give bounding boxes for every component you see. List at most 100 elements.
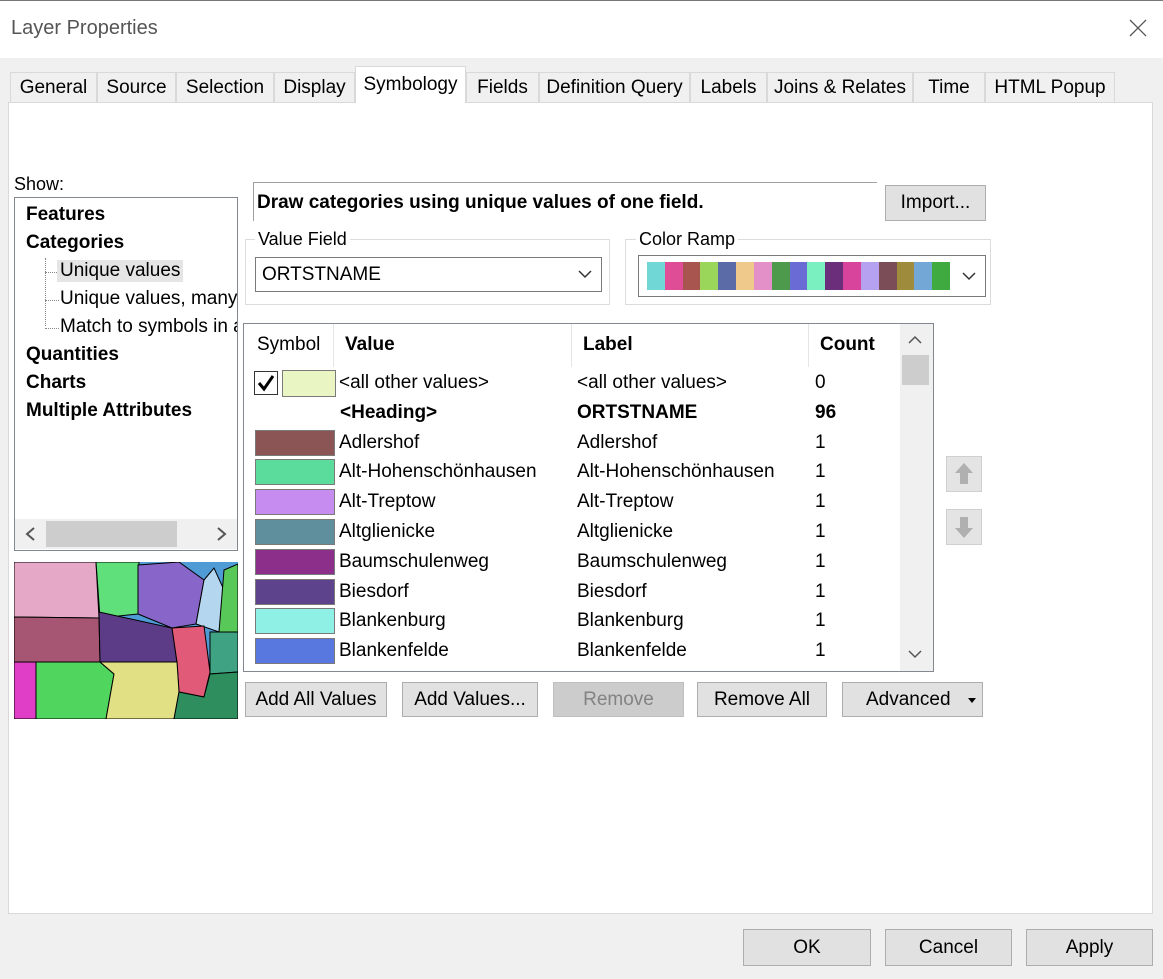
symbol-swatch[interactable] (255, 519, 335, 545)
cell-value: <all other values> (339, 372, 489, 393)
color-ramp-select[interactable] (638, 255, 986, 297)
tab-selection[interactable]: Selection (176, 72, 274, 102)
cell-count: 1 (815, 431, 826, 453)
tab-joins-relates[interactable]: Joins & Relates (767, 72, 913, 102)
apply-button[interactable]: Apply (1026, 929, 1153, 966)
tree-item-unique-values-many[interactable]: Unique values, many (60, 288, 237, 310)
all-other-values-checkbox[interactable] (254, 371, 278, 395)
tree-item-features[interactable]: Features (26, 204, 105, 226)
ramp-color-swatch (753, 262, 772, 290)
ramp-color-swatch (647, 262, 665, 290)
dropdown-arrow-icon (968, 698, 976, 703)
symbol-swatch[interactable] (255, 578, 335, 605)
scroll-up-icon[interactable] (907, 334, 923, 346)
show-tree[interactable]: Features Categories Unique values Unique… (14, 197, 238, 551)
tab-symbology[interactable]: Symbology (355, 66, 466, 103)
ramp-color-swatch (914, 262, 933, 290)
tab-display[interactable]: Display (274, 72, 355, 102)
description-text: Draw categories using unique values of o… (257, 192, 704, 213)
color-ramp-swatches (647, 262, 951, 290)
add-values-button[interactable]: Add Values... (402, 682, 538, 717)
tree-item-quantities[interactable]: Quantities (26, 344, 119, 366)
header-symbol[interactable]: Symbol (257, 323, 320, 367)
ramp-color-swatch (682, 262, 701, 290)
tab-definition-query[interactable]: Definition Query (539, 72, 690, 102)
chevron-down-icon[interactable] (577, 268, 593, 280)
tree-item-match-to-symbols[interactable]: Match to symbols in a (60, 316, 237, 338)
ramp-color-swatch (860, 262, 879, 290)
tree-item-categories[interactable]: Categories (26, 232, 124, 254)
value-field-select[interactable]: ORTSTNAME (255, 257, 602, 292)
cell-label: Alt-Treptow (577, 491, 674, 513)
symbol-swatch[interactable] (255, 429, 335, 456)
window-title: Layer Properties (11, 17, 158, 39)
ramp-color-swatch (700, 262, 719, 290)
table-scrollbar-thumb[interactable] (902, 355, 929, 385)
title-bar (0, 0, 1163, 58)
tree-item-multiple-attributes[interactable]: Multiple Attributes (26, 400, 192, 422)
ramp-color-swatch (932, 262, 951, 290)
tab-time[interactable]: Time (913, 72, 985, 102)
cell-count: 1 (815, 491, 826, 513)
tab-html-popup[interactable]: HTML Popup (985, 72, 1115, 102)
tab-fields[interactable]: Fields (466, 72, 539, 102)
tab-general[interactable]: General (10, 72, 97, 102)
column-separator (571, 324, 572, 367)
cell-value: Adlershof (339, 431, 420, 453)
arrow-up-icon (955, 463, 973, 484)
add-all-values-button[interactable]: Add All Values (245, 682, 387, 717)
remove-button[interactable]: Remove (553, 682, 684, 717)
cell-count: 1 (815, 610, 826, 632)
cell-count: 96 (815, 401, 837, 423)
header-value[interactable]: Value (345, 323, 395, 367)
cancel-button[interactable]: Cancel (885, 929, 1012, 966)
remove-all-button[interactable]: Remove All (697, 682, 827, 717)
column-separator (333, 324, 334, 367)
cell-value: Altglienicke (339, 521, 436, 542)
ramp-color-swatch (896, 262, 915, 290)
chevron-down-icon[interactable] (961, 270, 977, 282)
cell-value: Baumschulenweg (339, 550, 489, 572)
header-count[interactable]: Count (820, 323, 875, 367)
tab-source[interactable]: Source (97, 72, 176, 102)
advanced-label: Advanced (866, 688, 951, 710)
import-button[interactable]: Import... (885, 185, 986, 221)
map-preview-image (14, 562, 238, 719)
symbol-swatch[interactable] (282, 370, 336, 397)
cell-value: Biesdorf (339, 580, 409, 602)
value-field-label: Value Field (255, 229, 350, 250)
tree-scrollbar-thumb[interactable] (46, 521, 177, 547)
ramp-color-swatch (736, 262, 754, 290)
close-icon[interactable] (1128, 18, 1148, 38)
tree-item-unique-values[interactable]: Unique values (57, 260, 184, 282)
scroll-down-icon[interactable] (907, 648, 923, 660)
cell-label: ORTSTNAME (577, 401, 698, 423)
cell-value: Alt-Treptow (339, 491, 436, 513)
tab-labels[interactable]: Labels (690, 72, 767, 102)
symbol-swatch[interactable] (255, 608, 335, 635)
checkmark-icon (257, 375, 275, 392)
cell-label: Alt-Hohenschönhausen (577, 461, 775, 483)
cell-count: 1 (815, 550, 826, 572)
ok-button[interactable]: OK (743, 929, 871, 966)
move-up-button[interactable] (946, 456, 982, 492)
symbol-swatch[interactable] (255, 638, 335, 665)
symbol-swatch[interactable] (255, 459, 335, 486)
tree-item-charts[interactable]: Charts (26, 372, 86, 394)
header-label[interactable]: Label (583, 323, 633, 367)
show-label: Show: (14, 174, 65, 194)
symbol-swatch[interactable] (255, 489, 335, 516)
ramp-color-swatch (878, 262, 897, 290)
ramp-color-swatch (807, 262, 826, 290)
advanced-button[interactable]: Advanced (842, 682, 983, 717)
cell-label: Adlershof (577, 431, 658, 453)
move-down-button[interactable] (946, 509, 982, 545)
scroll-left-icon[interactable] (24, 526, 38, 542)
arrow-down-icon (955, 517, 973, 538)
ramp-color-swatch (825, 262, 844, 290)
color-ramp-label: Color Ramp (636, 229, 739, 250)
cell-label: Baumschulenweg (577, 550, 727, 572)
cell-label: <all other values> (577, 372, 727, 393)
scroll-right-icon[interactable] (214, 526, 228, 542)
symbol-swatch[interactable] (255, 548, 335, 575)
